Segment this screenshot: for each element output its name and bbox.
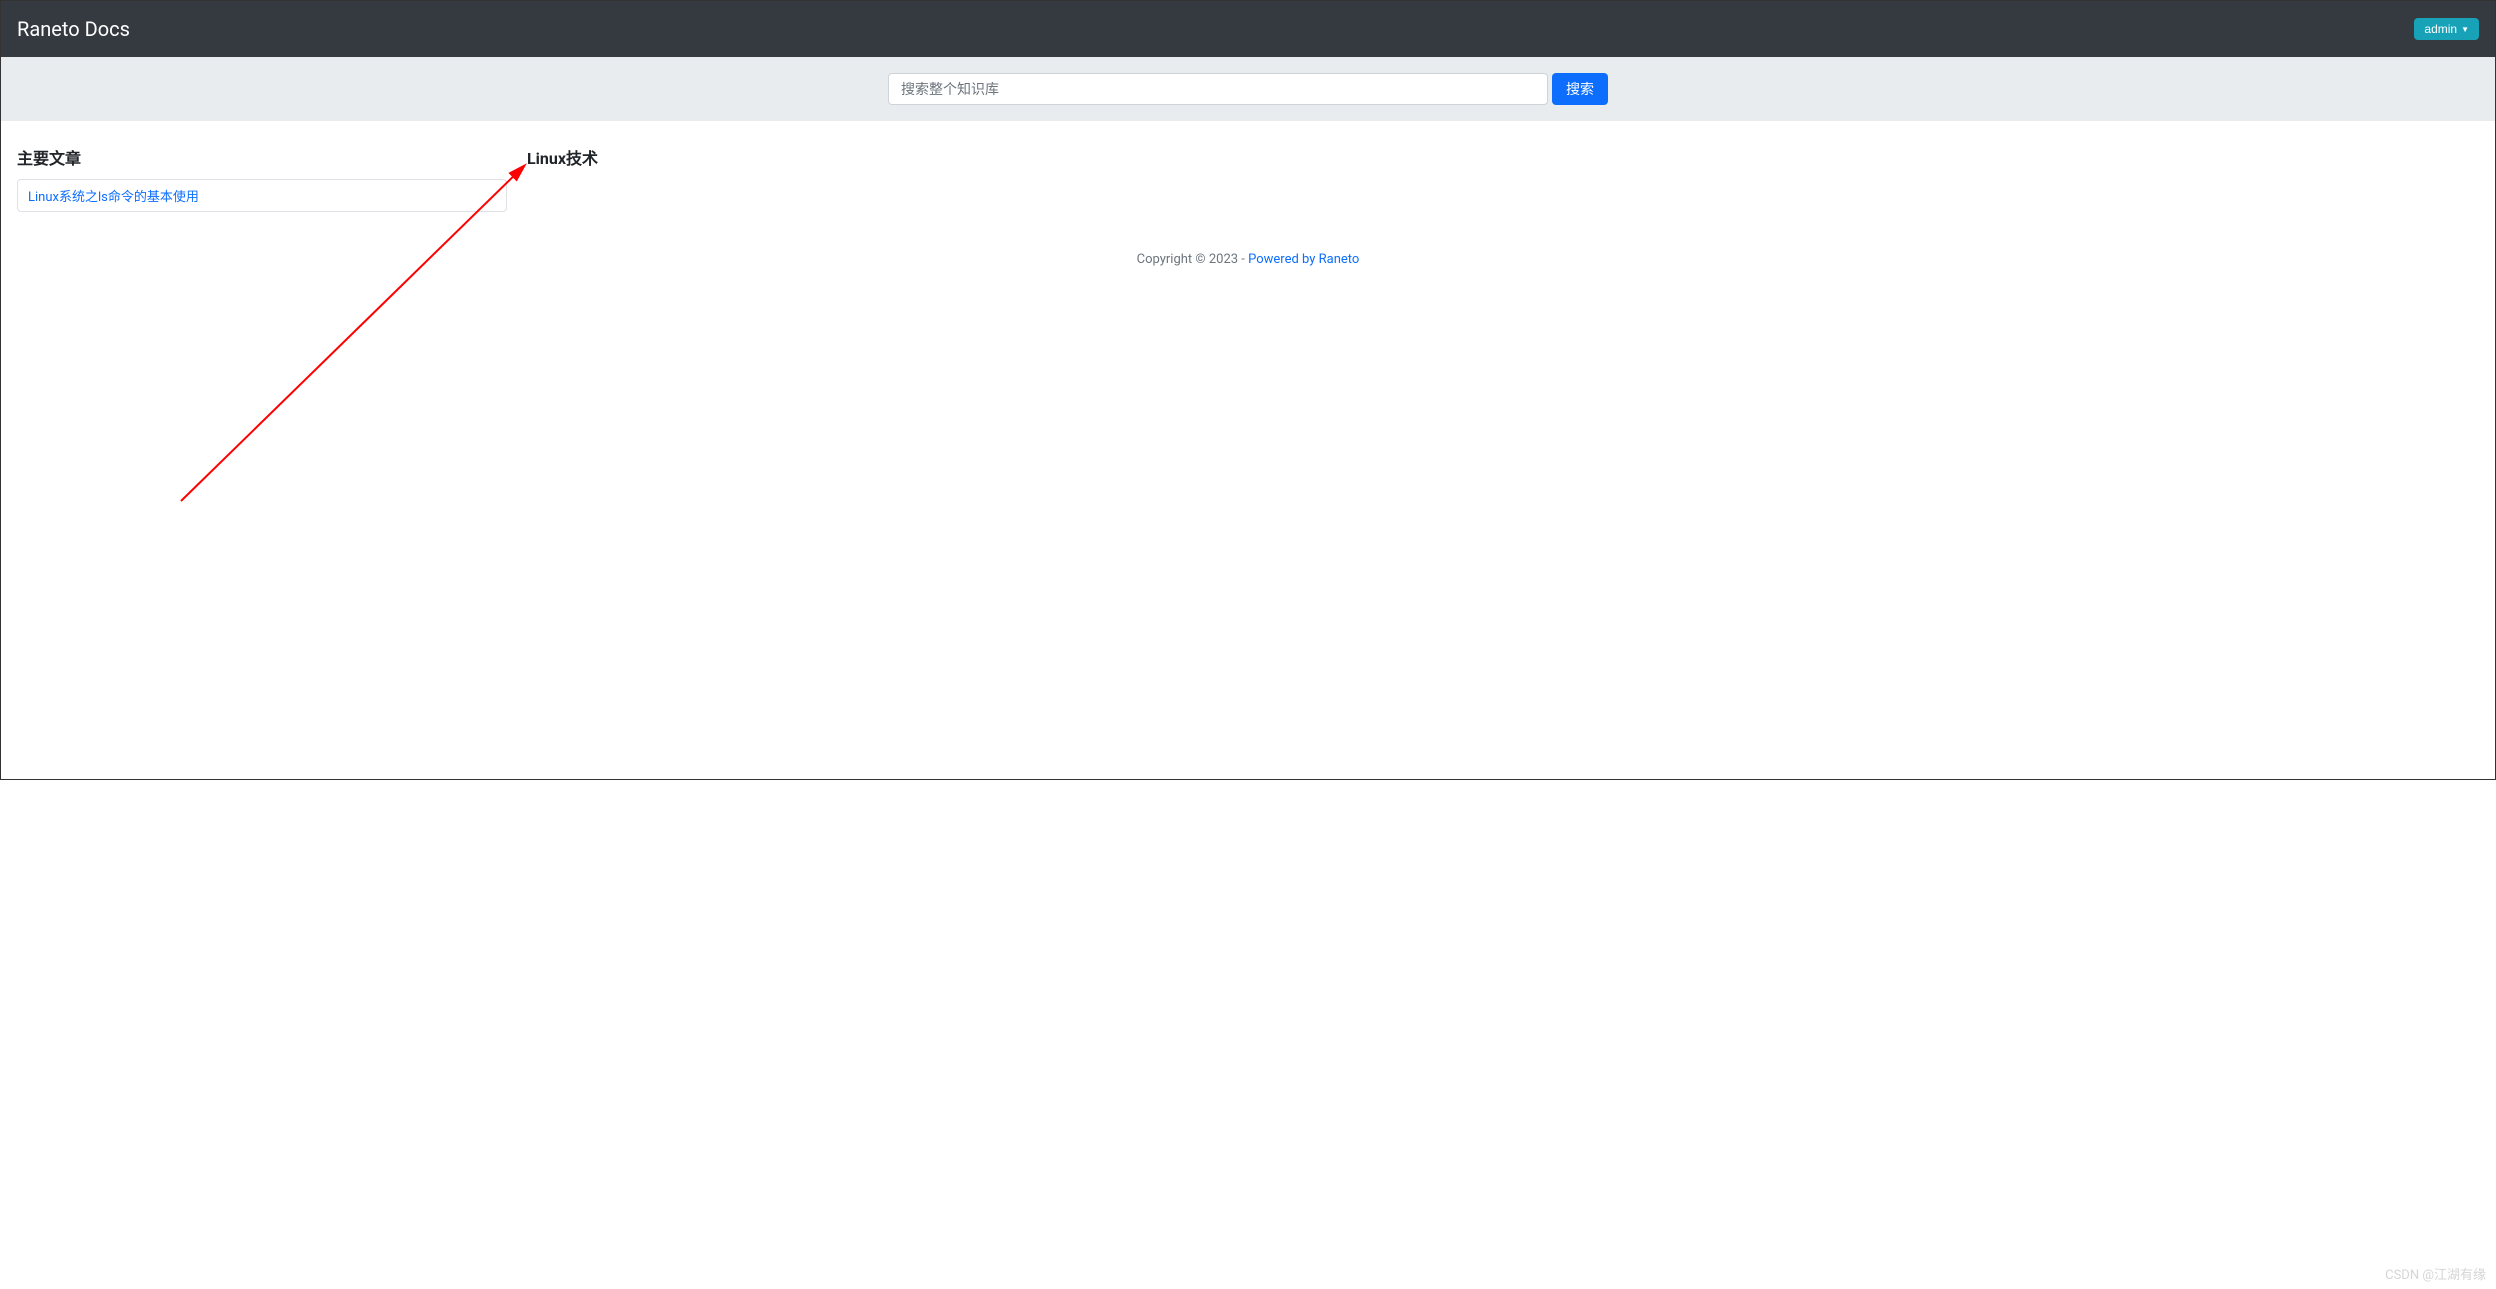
- navbar-brand[interactable]: Raneto Docs: [17, 17, 130, 41]
- chevron-down-icon: ▼: [2461, 25, 2469, 34]
- search-container: 搜索: [888, 73, 1608, 105]
- footer: Copyright © 2023 - Powered by Raneto: [1, 236, 2495, 283]
- search-button[interactable]: 搜索: [1552, 73, 1608, 105]
- admin-dropdown-button[interactable]: admin ▼: [2414, 18, 2479, 40]
- watermark: CSDN @江湖有缘: [2385, 1264, 2486, 1283]
- article-list: Linux系统之ls命令的基本使用: [17, 179, 507, 212]
- article-link[interactable]: Linux系统之ls命令的基本使用: [28, 190, 199, 205]
- powered-by-link[interactable]: Powered by Raneto: [1248, 252, 1359, 267]
- linux-tech-section: Linux技术: [527, 145, 598, 212]
- main-content: 主要文章 Linux系统之ls命令的基本使用 Linux技术: [1, 121, 2495, 236]
- search-input[interactable]: [888, 73, 1548, 105]
- search-bar: 搜索: [1, 57, 2495, 121]
- linux-tech-title: Linux技术: [527, 145, 598, 169]
- main-articles-title: 主要文章: [17, 145, 507, 169]
- list-item: Linux系统之ls命令的基本使用: [18, 180, 506, 211]
- main-articles-section: 主要文章 Linux系统之ls命令的基本使用: [17, 145, 507, 212]
- navbar: Raneto Docs admin ▼: [1, 1, 2495, 57]
- copyright-text: Copyright © 2023 -: [1137, 252, 1248, 267]
- admin-label: admin: [2424, 22, 2457, 36]
